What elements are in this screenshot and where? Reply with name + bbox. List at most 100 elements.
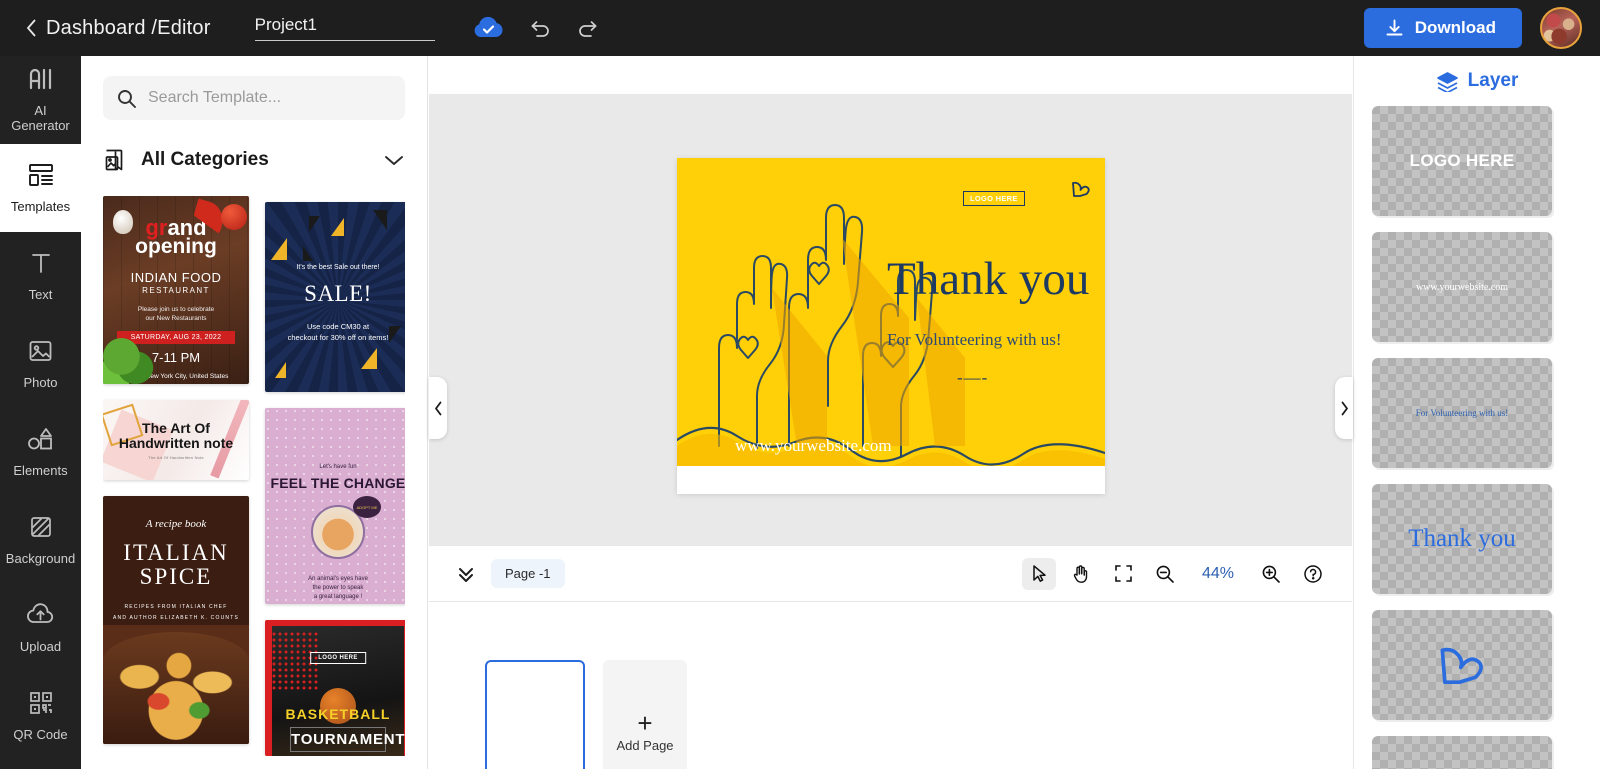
layer-panel-title: Layer	[1467, 70, 1519, 91]
cloud-check-icon[interactable]	[471, 16, 505, 40]
page-label-chip[interactable]: Page -1	[491, 559, 565, 588]
layer-panel: Layer LOGO HERE www.yourwebsite.com For …	[1353, 56, 1600, 769]
redo-icon[interactable]	[575, 15, 601, 41]
rail-item-background[interactable]: Background	[0, 496, 81, 584]
avatar[interactable]	[1540, 7, 1582, 49]
text-icon	[29, 251, 53, 280]
canvas-area: LOGO HERE Thank you For Volunteering wit…	[429, 56, 1352, 769]
elements-icon	[27, 427, 55, 456]
templates-panel: All Categories grand opening	[81, 56, 428, 769]
design-website[interactable]: www.yourwebsite.com	[735, 436, 892, 456]
zoom-level[interactable]: 44%	[1190, 565, 1246, 583]
fit-frame-icon	[1114, 564, 1133, 583]
rail-item-text[interactable]: Text	[0, 232, 81, 320]
template-card-grand-opening[interactable]: grand opening INDIAN FOOD RESTAURANT Ple…	[103, 196, 249, 384]
fit-screen-button[interactable]	[1106, 558, 1140, 590]
categories-icon	[103, 148, 127, 172]
hand-tool-button[interactable]	[1064, 558, 1098, 590]
hand-line1: The Art Of	[142, 419, 210, 436]
italian-line1: A recipe book	[145, 518, 207, 530]
ai-generator-icon	[28, 67, 54, 96]
raised-hands-icon	[677, 204, 1105, 466]
zoom-in-button[interactable]	[1254, 558, 1288, 590]
heart-outline-icon[interactable]	[1070, 178, 1092, 205]
breadcrumb[interactable]: Dashboard /Editor	[46, 17, 211, 40]
italian-line5: AND AUTHOR ELIZABETH K. COUNTS	[112, 615, 239, 621]
hand-icon	[1071, 564, 1091, 584]
rail-item-qr-code[interactable]: QR Code	[0, 672, 81, 760]
template-column-1: grand opening INDIAN FOOD RESTAURANT Ple…	[103, 196, 249, 756]
qr-code-icon	[29, 691, 53, 720]
chevron-down-icon[interactable]	[383, 153, 405, 167]
tomato-decor-icon	[221, 204, 247, 230]
template-card-handwritten[interactable]: The Art Of Handwritten note The Art Of H…	[103, 400, 249, 480]
layer-item-logo-here[interactable]: LOGO HERE	[1372, 106, 1552, 216]
rail-item-upload[interactable]: Upload	[0, 584, 81, 672]
cursor-arrow-icon	[1030, 564, 1049, 583]
search-template-box	[103, 76, 405, 120]
magnifier-minus-icon	[1155, 564, 1175, 584]
download-button[interactable]: Download	[1363, 8, 1522, 48]
sale-line2: SALE!	[304, 281, 372, 306]
grand-line4: RESTAURANT	[142, 286, 210, 295]
zoom-out-button[interactable]	[1148, 558, 1182, 590]
select-tool-button[interactable]	[1022, 557, 1056, 590]
help-circle-icon	[1303, 564, 1323, 584]
category-label: All Categories	[141, 149, 269, 170]
expand-right-panel-handle[interactable]	[1335, 377, 1353, 439]
logo-placeholder[interactable]: LOGO HERE	[963, 191, 1025, 206]
template-column-2: It's the best Sale out there! SALE! Use …	[265, 196, 405, 756]
top-bar: Dashboard /Editor Project1 Download	[0, 0, 1600, 56]
template-card-basketball[interactable]: LOGO HERE BASKETBALL TOURNAMENT	[265, 620, 405, 756]
design-divider[interactable]: -—-	[957, 368, 988, 388]
pasta-photo	[103, 632, 249, 744]
heart-outline-icon	[1434, 638, 1490, 692]
grand-line2: opening	[135, 235, 217, 258]
zoom-toolbar: 44%	[1022, 557, 1330, 590]
layer-item-volunteering[interactable]: For Volunteering with us!	[1372, 358, 1552, 468]
sale-line1: It's the best Sale out there!	[296, 264, 380, 271]
project-name-input[interactable]	[254, 15, 435, 35]
template-card-feel-the-change[interactable]: Let's have fun FEEL THE CHANGE ADOPT ME …	[265, 408, 406, 605]
layer-item-thank-you[interactable]: Thank you	[1372, 484, 1552, 594]
layer-item-extra[interactable]	[1372, 736, 1552, 769]
grand-line3: INDIAN FOOD	[130, 270, 222, 285]
back-chevron-icon[interactable]	[20, 17, 42, 39]
basketball-logo-placeholder: LOGO HERE	[310, 652, 366, 665]
collapse-left-panel-handle[interactable]	[429, 377, 447, 439]
rail-label-text: Text	[28, 286, 53, 302]
category-selector[interactable]: All Categories	[103, 142, 405, 178]
grand-line5: Please join us to celebrate our New Rest…	[137, 306, 215, 322]
hand-line2: Handwritten note	[118, 434, 234, 451]
search-input[interactable]	[148, 89, 391, 107]
layer-item-heart[interactable]	[1372, 610, 1552, 720]
design-artboard[interactable]: LOGO HERE Thank you For Volunteering wit…	[677, 158, 1105, 466]
rail-label-background: Background	[5, 550, 76, 566]
chevrons-down-icon[interactable]	[451, 559, 481, 589]
rail-label-upload: Upload	[19, 638, 62, 654]
topbar-actions	[471, 15, 601, 41]
undo-icon[interactable]	[527, 15, 553, 41]
layer-thumb-text: Thank you	[1408, 525, 1516, 552]
layer-item-website[interactable]: www.yourwebsite.com	[1372, 232, 1552, 342]
canvas-viewport[interactable]: LOGO HERE Thank you For Volunteering wit…	[429, 56, 1352, 545]
template-card-italian-spice[interactable]: A recipe book ITALIAN SPICE RECIPES FROM…	[103, 496, 249, 744]
add-page-button[interactable]: + Add Page	[603, 660, 687, 769]
rail-label-elements: Elements	[13, 462, 68, 478]
help-button[interactable]	[1296, 558, 1330, 590]
design-heading[interactable]: Thank you	[887, 252, 1105, 306]
rail-item-photo[interactable]: Photo	[0, 320, 81, 408]
project-name-wrap	[254, 15, 435, 41]
download-icon	[1384, 18, 1405, 39]
design-subheading[interactable]: For Volunteering with us!	[887, 330, 1105, 350]
rail-item-elements[interactable]: Elements	[0, 408, 81, 496]
rail-label-photo: Photo	[23, 374, 58, 390]
canvas-page[interactable]: LOGO HERE Thank you For Volunteering wit…	[677, 158, 1105, 494]
template-card-sale[interactable]: It's the best Sale out there! SALE! Use …	[265, 202, 405, 393]
upload-cloud-icon	[27, 602, 54, 632]
left-tool-rail: AI Generator Templates Text Photo Elemen…	[0, 56, 81, 769]
rail-label-ai-1: AI	[34, 103, 47, 118]
cat-line2: FEEL THE CHANGE	[270, 475, 406, 492]
rail-item-templates[interactable]: Templates	[0, 130, 81, 246]
page-thumbnail-1[interactable]	[485, 660, 585, 769]
